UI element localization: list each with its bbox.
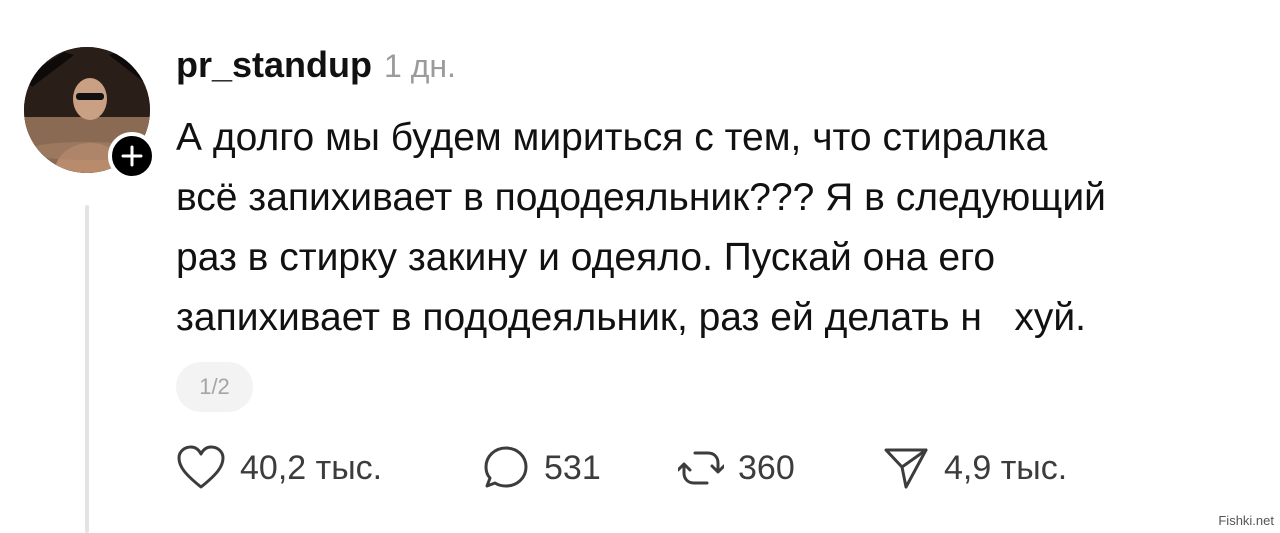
post-header: pr_standup 1 дн. (176, 44, 456, 94)
watermark: Fishki.net (1218, 513, 1274, 528)
post-text-line: А долго мы будем мириться с тем, что сти… (176, 116, 1048, 159)
post-text-line: всё запихивает в пододеяльник??? Я в сле… (176, 176, 1106, 219)
post-text-line: раз в стирку закину и одеяло. Пускай она… (176, 236, 996, 279)
repost-count: 360 (738, 448, 795, 487)
comment-bubble-icon (484, 446, 528, 488)
like-count: 40,2 тыс. (240, 448, 383, 487)
paper-plane-icon (884, 448, 928, 489)
post-text-line: запихивает в пододеяльник, раз ей делать… (176, 296, 1087, 339)
username-link[interactable]: pr_standup (176, 44, 372, 86)
heart-icon (177, 445, 225, 489)
media-pager: 1/2 (176, 362, 253, 412)
follow-button[interactable] (108, 132, 156, 180)
share-button[interactable]: 4,9 тыс. (882, 440, 1067, 496)
thread-line (85, 205, 89, 533)
reply-count: 531 (544, 448, 601, 487)
post-time: 1 дн. (384, 48, 456, 84)
reply-button[interactable]: 531 (482, 440, 601, 496)
share-count: 4,9 тыс. (944, 448, 1068, 487)
plus-icon (121, 145, 143, 167)
post-text: А долго мы будем мириться с тем, что сти… (176, 108, 1266, 348)
repost-arrows-icon (678, 451, 724, 485)
like-button[interactable]: 40,2 тыс. (176, 440, 382, 496)
repost-button[interactable]: 360 (678, 440, 795, 496)
